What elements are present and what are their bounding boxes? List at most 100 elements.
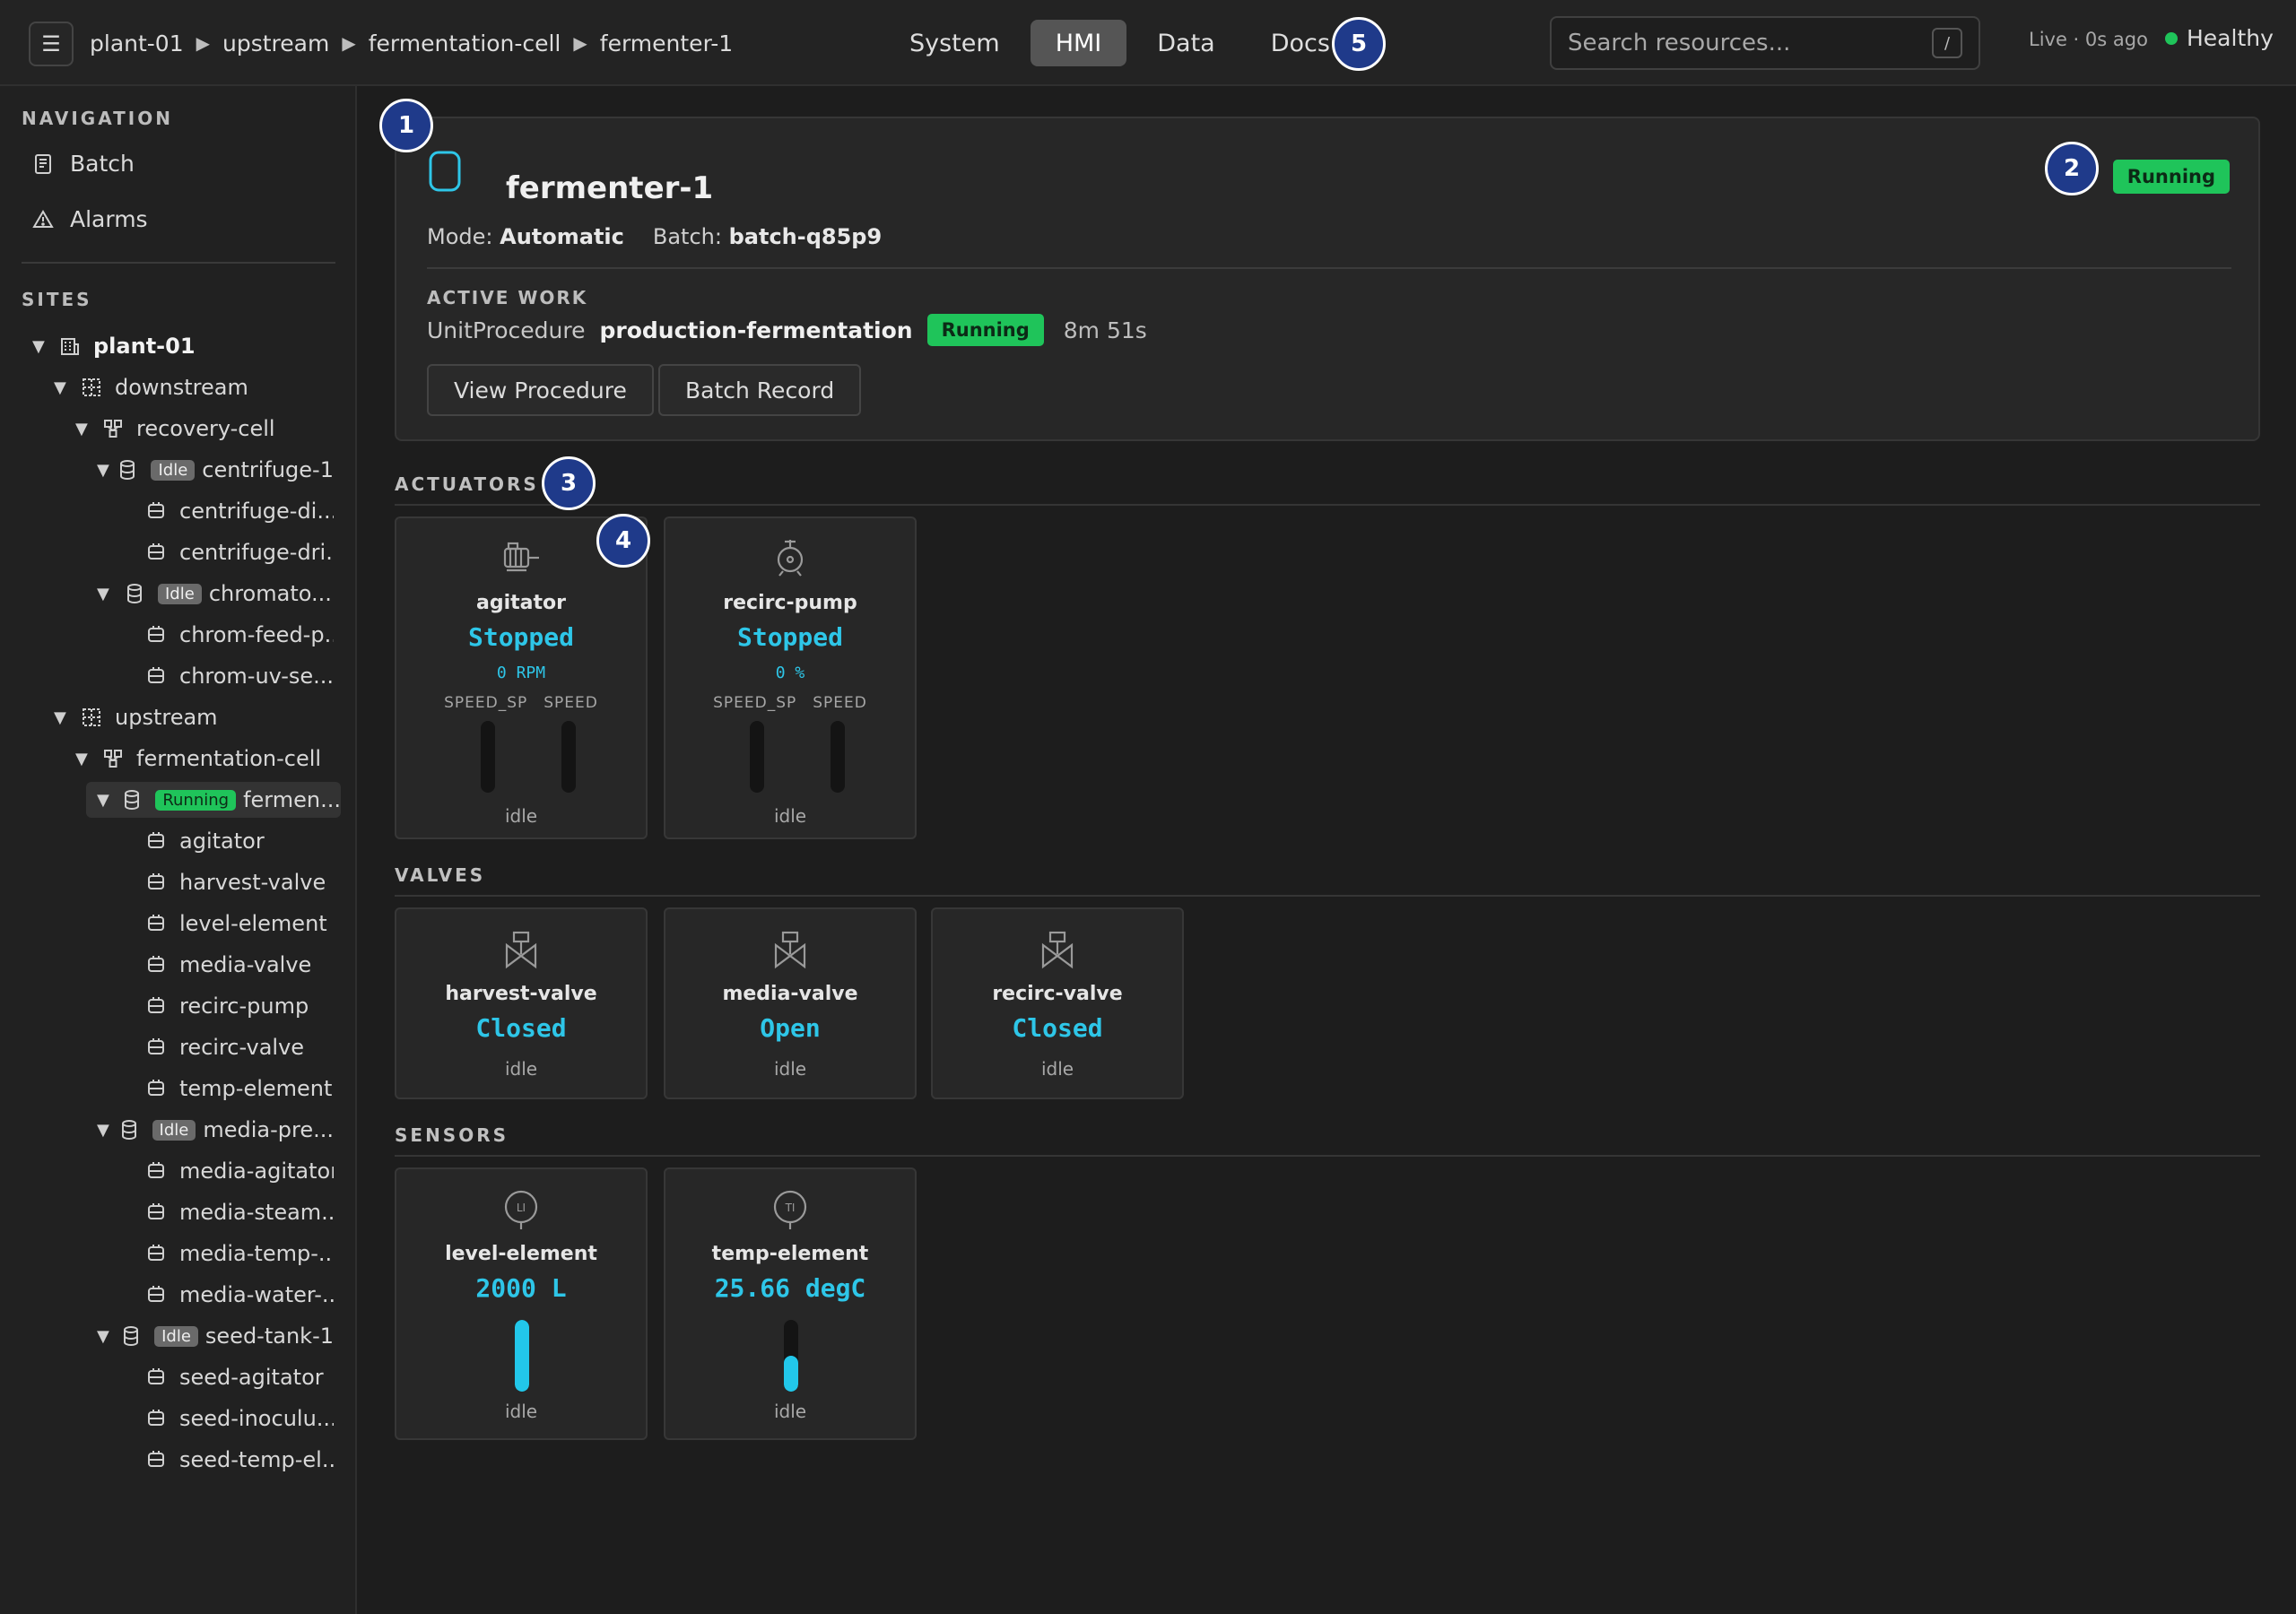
tree-item[interactable]: ▼ fermentation-cell	[75, 741, 334, 777]
sensor-tile-temp-element[interactable]: TI temp-element 25.66 degC idle	[664, 1167, 917, 1440]
tree-item[interactable]: seed-inoculu...	[118, 1401, 334, 1436]
tree-item[interactable]: ▼ Idle seed-tank-1	[97, 1318, 334, 1354]
breadcrumb-item[interactable]: upstream	[222, 30, 329, 56]
tree-item[interactable]: recirc-valve	[118, 1029, 334, 1065]
chevron-down-icon[interactable]: ▼	[75, 420, 95, 438]
tree-item-label: media-steam...	[179, 1200, 334, 1225]
search-input[interactable]	[1568, 30, 1932, 56]
tree-item[interactable]: media-water-...	[118, 1277, 334, 1313]
tree-item[interactable]: recirc-pump	[118, 988, 334, 1024]
valve-tile-recirc-valve[interactable]: recirc-valve Closed idle	[931, 907, 1184, 1099]
tree-item[interactable]: ▼ plant-01	[32, 328, 334, 364]
valve-icon	[772, 931, 808, 970]
tree-item[interactable]: media-valve	[118, 947, 334, 983]
chevron-down-icon[interactable]: ▼	[97, 1327, 113, 1346]
valve-tile-media-valve[interactable]: media-valve Open idle	[664, 907, 917, 1099]
chevron-down-icon[interactable]: ▼	[97, 461, 109, 480]
tree-item[interactable]: ▼ recovery-cell	[75, 411, 334, 447]
chevron-down-icon[interactable]: ▼	[97, 1121, 111, 1140]
area-icon	[81, 377, 102, 398]
valve-icon	[1039, 931, 1075, 970]
breadcrumb-item[interactable]: fermentation-cell	[369, 30, 561, 56]
tile-state: Closed	[1012, 1013, 1103, 1043]
tree-item[interactable]: chrom-feed-p...	[118, 617, 334, 653]
cell-icon	[102, 748, 124, 769]
tree-item-label: harvest-valve	[179, 870, 326, 895]
main-content: fermenter-1 Running Mode: Automatic Batc…	[359, 86, 2296, 1614]
tile-name: level-element	[445, 1243, 597, 1265]
building-icon	[59, 335, 81, 357]
chevron-down-icon[interactable]: ▼	[97, 791, 114, 810]
tab-system[interactable]: System	[884, 20, 1025, 66]
chevron-down-icon[interactable]: ▼	[54, 708, 74, 727]
sidebar-item-batch[interactable]: Batch	[32, 151, 135, 177]
tree-item[interactable]: centrifuge-di...	[118, 493, 334, 529]
batch-record-button[interactable]: Batch Record	[658, 364, 862, 416]
valve-tile-harvest-valve[interactable]: harvest-valve Closed idle	[395, 907, 648, 1099]
tree-item[interactable]: ▼ Idle centrifuge-1	[97, 452, 334, 488]
tab-hmi[interactable]: HMI	[1030, 20, 1127, 66]
unit-meta: Mode: Automatic Batch: batch-q85p9	[427, 224, 882, 249]
tree-item[interactable]: level-element	[118, 906, 334, 941]
tree-item[interactable]: ▼ upstream	[54, 699, 334, 735]
module-icon	[145, 665, 167, 687]
module-icon	[145, 1202, 167, 1223]
speed-bar	[831, 721, 845, 793]
tree-item[interactable]: media-steam...	[118, 1194, 334, 1230]
tree-item-label: downstream	[115, 375, 248, 400]
chevron-down-icon[interactable]: ▼	[54, 378, 74, 397]
speed-sp-bar	[750, 721, 764, 793]
unit-divider	[427, 267, 2231, 269]
tree-item[interactable]: agitator	[118, 823, 334, 859]
batch-info: Batch: batch-q85p9	[653, 224, 882, 249]
tile-mode: idle	[504, 1058, 538, 1080]
active-work-name: production-fermentation	[599, 317, 913, 343]
tree-item-label: seed-inoculu...	[179, 1406, 334, 1431]
module-icon	[145, 1160, 167, 1182]
tree-item[interactable]: media-agitator	[118, 1153, 334, 1189]
tree-item-label: agitator	[179, 829, 265, 854]
pump-icon	[770, 538, 810, 577]
speed-sp-bar	[481, 721, 495, 793]
level-indicator-icon: LI	[503, 1189, 539, 1230]
menu-button[interactable]: ☰	[29, 22, 74, 66]
module-icon	[145, 1037, 167, 1058]
chevron-down-icon[interactable]: ▼	[75, 750, 95, 768]
tree-item[interactable]: chrom-uv-se...	[118, 658, 334, 694]
tree-item[interactable]: centrifuge-dri...	[118, 534, 334, 570]
tree-item[interactable]: ▼ Idle media-pre...	[97, 1112, 334, 1148]
sidebar-item-label: Batch	[70, 151, 135, 177]
sensor-tile-level-element[interactable]: LI level-element 2000 L idle	[395, 1167, 648, 1440]
breadcrumb-item-current[interactable]: fermenter-1	[600, 30, 733, 56]
tree-item[interactable]: ▼ Idle chromato...	[97, 576, 334, 612]
tree-item[interactable]: seed-agitator	[118, 1359, 334, 1395]
actuator-tile-agitator[interactable]: agitator Stopped 0 RPM SPEED_SP SPEED id…	[395, 516, 648, 839]
active-work-row: UnitProcedure production-fermentation Ru…	[427, 314, 1147, 346]
unit-status-badge: Running	[2112, 160, 2230, 194]
health-status: Healthy	[2165, 25, 2274, 51]
sensor-tag: LI	[517, 1202, 526, 1214]
view-procedure-button[interactable]: View Procedure	[427, 364, 654, 416]
unit-card: fermenter-1 Running Mode: Automatic Batc…	[395, 117, 2260, 441]
tree-item[interactable]: harvest-valve	[118, 864, 334, 900]
breadcrumb-item[interactable]: plant-01	[90, 30, 184, 56]
tree-item[interactable]: seed-temp-el...	[118, 1442, 334, 1478]
chevron-down-icon[interactable]: ▼	[32, 337, 52, 356]
database-icon	[121, 789, 143, 811]
active-work-elapsed: 8m 51s	[1063, 317, 1147, 343]
tree-item-label: seed-temp-el...	[179, 1447, 334, 1472]
tree-item-label: temp-element	[179, 1076, 333, 1101]
tree-item[interactable]: media-temp-...	[118, 1236, 334, 1271]
shortcut-hint: /	[1932, 28, 1962, 58]
mode-label: Mode:	[427, 224, 493, 249]
actuator-tile-recirc-pump[interactable]: recirc-pump Stopped 0 % SPEED_SP SPEED i…	[664, 516, 917, 839]
mode-value: Automatic	[500, 224, 624, 249]
tile-value: 0 RPM	[496, 664, 546, 682]
tree-item[interactable]: ▼ Running fermen...	[86, 782, 341, 818]
tree-item[interactable]: ▼ downstream	[54, 369, 334, 405]
tab-data[interactable]: Data	[1132, 20, 1239, 66]
tree-item[interactable]: temp-element	[118, 1071, 334, 1106]
sidebar-item-alarms[interactable]: Alarms	[32, 206, 148, 232]
chevron-down-icon[interactable]: ▼	[97, 585, 117, 603]
module-icon	[145, 624, 167, 646]
